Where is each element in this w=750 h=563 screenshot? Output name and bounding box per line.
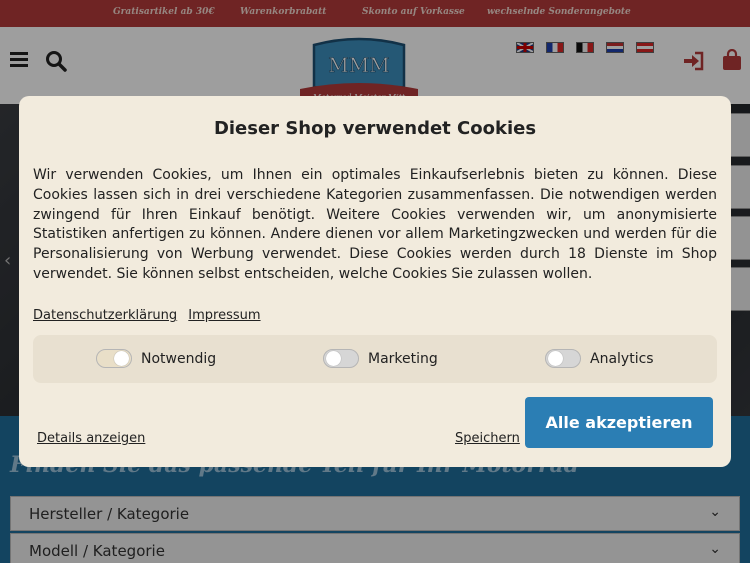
accept-all-button[interactable]: Alle akzeptieren xyxy=(525,397,713,448)
cookie-consent-dialog: Dieser Shop verwendet Cookies Wir verwen… xyxy=(19,96,731,467)
toggle-analytics-label: Analytics xyxy=(590,350,654,367)
toggle-necessary[interactable]: Notwendig xyxy=(96,349,216,368)
toggle-marketing[interactable]: Marketing xyxy=(323,349,438,368)
cookie-links: Datenschutzerklärung Impressum xyxy=(33,308,268,323)
toggle-analytics[interactable]: Analytics xyxy=(545,349,654,368)
marketing-switch[interactable] xyxy=(323,349,359,368)
toggle-necessary-label: Notwendig xyxy=(141,350,217,367)
analytics-switch[interactable] xyxy=(545,349,581,368)
save-button[interactable]: Speichern xyxy=(455,431,520,446)
cookie-title: Dieser Shop verwendet Cookies xyxy=(213,118,537,139)
cookie-category-toggles: Notwendig Marketing Analytics xyxy=(33,335,717,383)
privacy-link[interactable]: Datenschutzerklärung xyxy=(33,308,177,323)
necessary-switch[interactable] xyxy=(96,349,132,368)
cookie-description: Wir verwenden Cookies, um Ihnen ein opti… xyxy=(33,167,717,282)
show-details-link[interactable]: Details anzeigen xyxy=(37,431,145,446)
imprint-link[interactable]: Impressum xyxy=(188,308,260,323)
toggle-marketing-label: Marketing xyxy=(368,350,438,367)
